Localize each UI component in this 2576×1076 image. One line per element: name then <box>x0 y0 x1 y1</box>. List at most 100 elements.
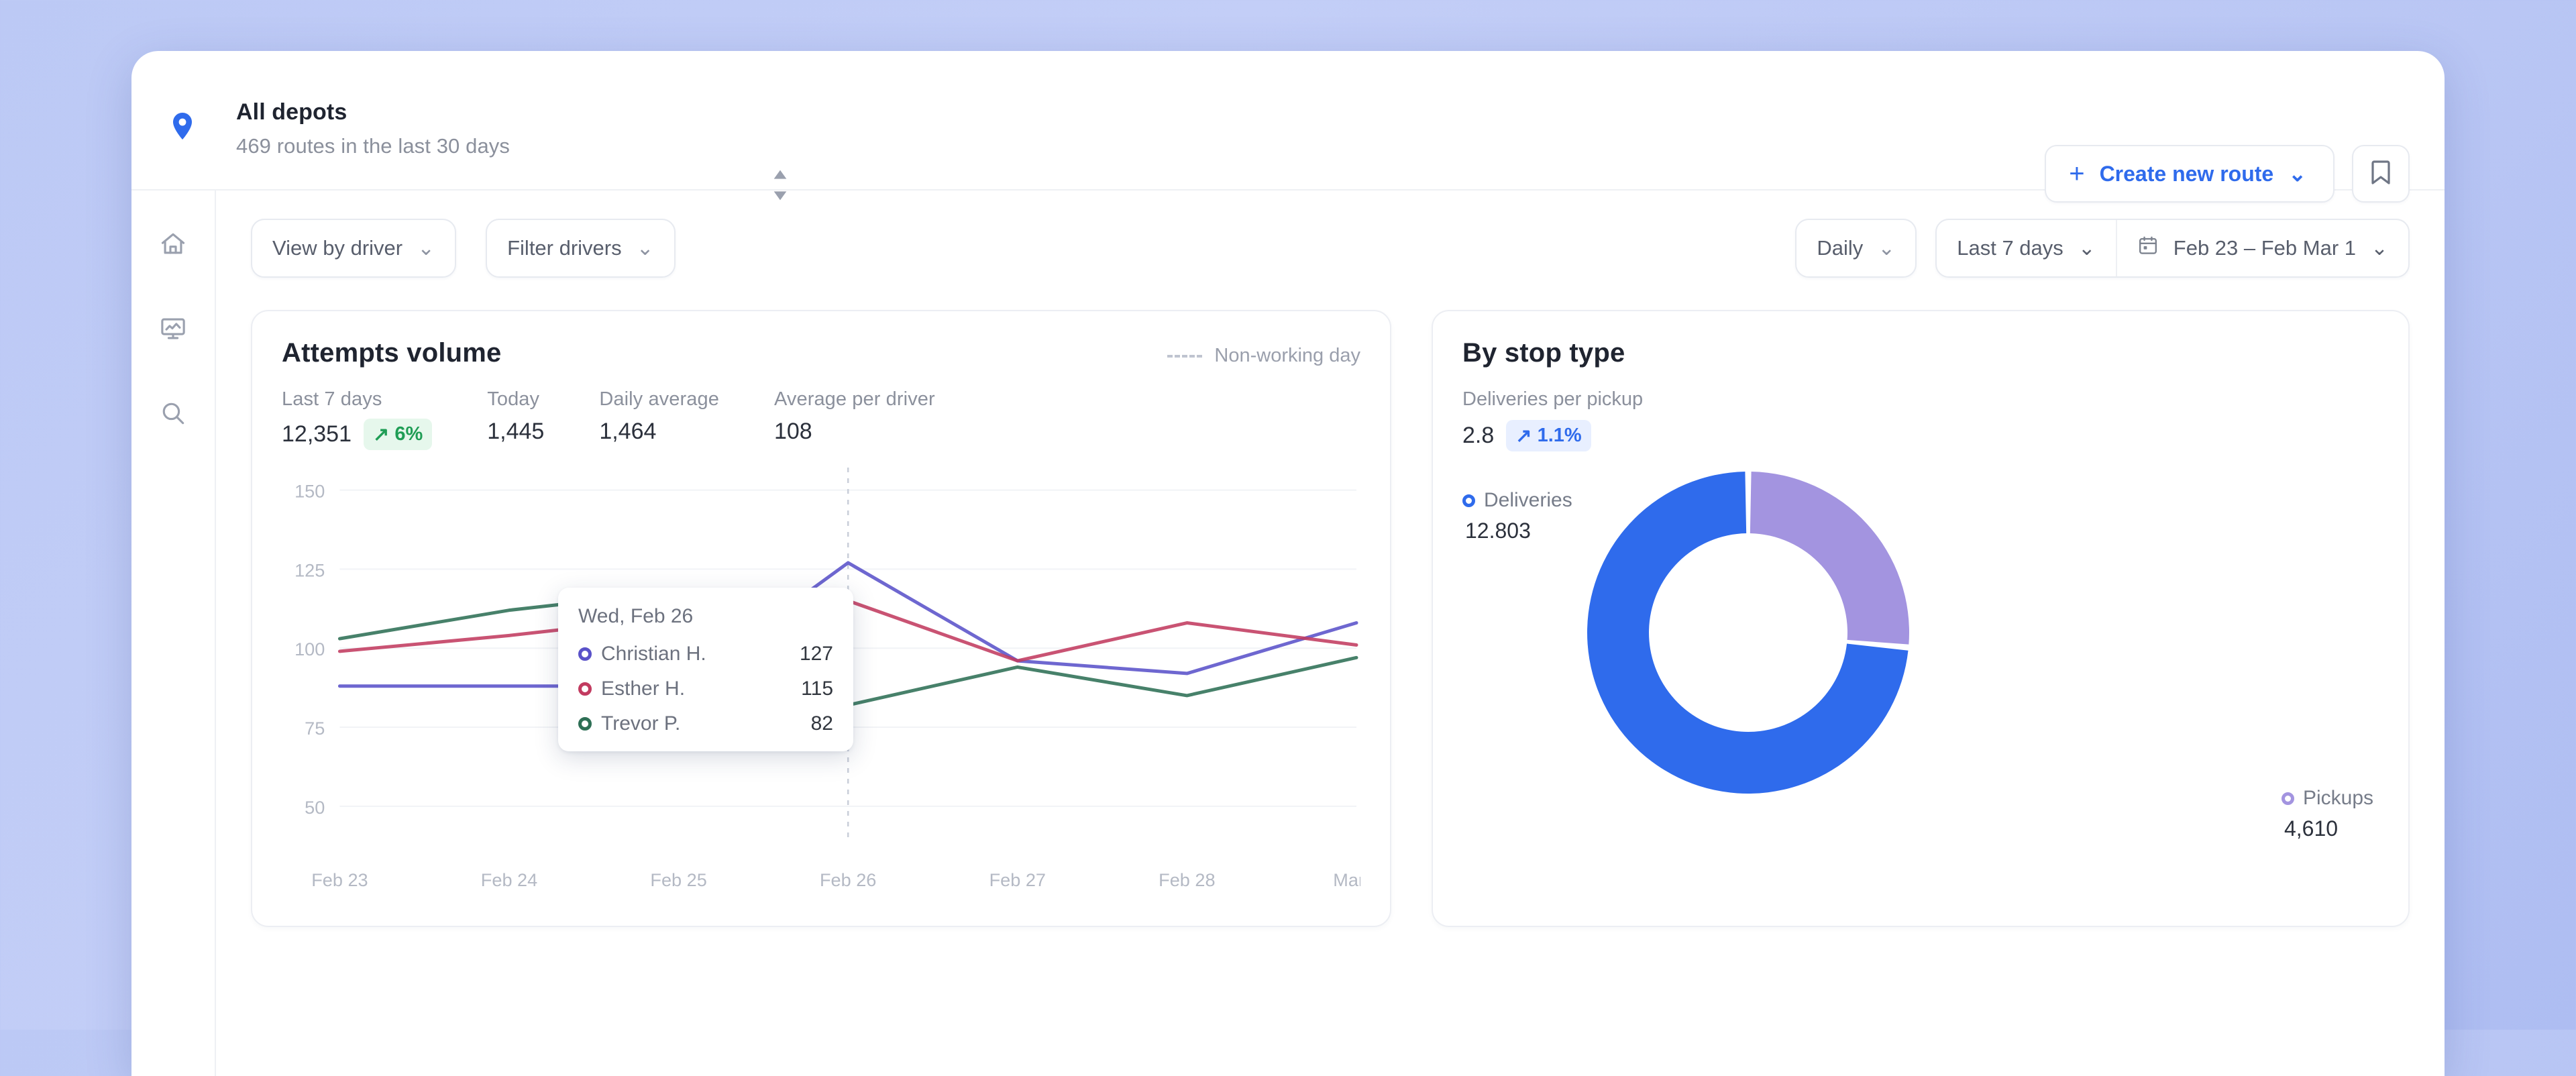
svg-text:Feb 24: Feb 24 <box>481 870 537 890</box>
topbar-actions: + Create new route ⌄ <box>2045 145 2410 203</box>
create-new-route-button[interactable]: + Create new route ⌄ <box>2045 145 2334 203</box>
sidebar-item-search[interactable] <box>148 389 199 440</box>
dashed-line-icon <box>1167 354 1203 358</box>
stat-value: 1,445 <box>487 419 545 444</box>
donut-series-value: 12.803 <box>1465 519 1531 543</box>
donut-label-pickups: Pickups 4,610 <box>2281 787 2373 841</box>
chart-tooltip: Wed, Feb 26 Christian H. 127 Esther H. 1… <box>558 588 853 751</box>
cards-row: Attempts volume Non-working day Last 7 d… <box>251 310 2410 927</box>
tooltip-series-name: Trevor P. <box>601 712 681 735</box>
granularity-dropdown[interactable]: Daily ⌄ <box>1795 219 1917 278</box>
donut-series-name: Pickups <box>2302 787 2373 809</box>
series-marker-icon <box>1462 494 1475 507</box>
non-working-day-legend: Non-working day <box>1167 345 1360 367</box>
chevron-down-icon: ⌄ <box>2288 162 2306 186</box>
search-icon <box>158 398 188 431</box>
donut-label-head: Deliveries <box>1462 489 1572 512</box>
delta-value: 1.1% <box>1537 425 1582 446</box>
app-body: View by driver ⌄ Filter drivers ⌄ Daily … <box>131 191 2445 1076</box>
status-badge: ↗ 1.1% <box>1506 420 1591 451</box>
depot-selector[interactable]: All depots 469 routes in the last 30 day… <box>236 99 510 158</box>
filter-toolbar: View by driver ⌄ Filter drivers ⌄ Daily … <box>251 219 2410 278</box>
volume-stats: Last 7 days 12,351 ↗ 6% Today 1,445 Dail… <box>282 388 1360 450</box>
series-marker-icon <box>578 682 592 696</box>
svg-text:Mar 1: Mar 1 <box>1333 870 1360 890</box>
page-title: All depots <box>236 99 347 125</box>
chevron-down-icon: ⌄ <box>2371 236 2388 260</box>
depot-subtitle: 469 routes in the last 30 days <box>236 134 510 158</box>
filters-left: View by driver ⌄ Filter drivers ⌄ <box>251 219 676 278</box>
attempts-volume-card: Attempts volume Non-working day Last 7 d… <box>251 310 1391 927</box>
filter-drivers-dropdown[interactable]: Filter drivers ⌄ <box>486 219 676 278</box>
arrow-up-right-icon: ↗ <box>1515 425 1532 447</box>
map-pin-icon <box>166 110 199 142</box>
delta-value: 6% <box>394 423 423 445</box>
bookmark-button[interactable] <box>2352 145 2410 203</box>
calendar-icon <box>2137 235 2159 262</box>
chevron-down-icon: ⌄ <box>1878 236 1896 260</box>
tooltip-series-value: 115 <box>801 678 833 700</box>
svg-text:100: 100 <box>294 639 325 659</box>
stat-label: Today <box>487 388 540 410</box>
tooltip-row: Esther H. 115 <box>578 678 833 700</box>
view-by-driver-dropdown[interactable]: View by driver ⌄ <box>251 219 457 278</box>
date-range-label: Feb 23 – Feb Mar 1 <box>2173 236 2357 260</box>
stat-value: 1,464 <box>599 419 657 444</box>
tooltip-row: Christian H. 127 <box>578 643 833 665</box>
tooltip-series-name: Esther H. <box>601 678 686 700</box>
stat-value-row: 1,445 <box>487 419 544 445</box>
series-marker-icon <box>578 647 592 661</box>
chevron-down-icon: ⌄ <box>417 236 435 260</box>
stat-value: 12,351 <box>282 421 352 447</box>
chevron-up-down-icon[interactable] <box>769 166 792 204</box>
sidebar-item-dashboard[interactable] <box>148 305 199 356</box>
svg-text:Feb 23: Feb 23 <box>311 870 368 890</box>
series-marker-icon <box>2281 792 2294 805</box>
stat-last-7-days: Last 7 days 12,351 ↗ 6% <box>282 388 433 450</box>
series-marker-icon <box>578 717 592 731</box>
tooltip-series-name: Christian H. <box>601 643 706 665</box>
stat-label: Average per driver <box>773 388 935 410</box>
sidebar <box>131 191 216 1076</box>
donut-chart[interactable]: Deliveries 12.803 Pickups 4,610 <box>1462 458 2379 887</box>
card-title: By stop type <box>1462 338 1625 368</box>
non-working-day-label: Non-working day <box>1214 345 1360 366</box>
bookmark-icon <box>2369 159 2393 189</box>
donut-chart-svg[interactable] <box>1580 465 1916 800</box>
svg-text:125: 125 <box>294 560 325 580</box>
ratio-value: 2.8 <box>1462 423 1495 448</box>
stat-label: Daily average <box>599 388 719 410</box>
dashboard-icon <box>158 314 188 347</box>
stat-value-row: 108 <box>774 419 935 445</box>
donut-slice-pickups[interactable] <box>1750 472 1909 645</box>
sidebar-item-home[interactable] <box>148 220 199 271</box>
plus-icon: + <box>2069 159 2085 189</box>
donut-label-head: Pickups <box>2281 787 2373 810</box>
period-label: Last 7 days <box>1957 236 2063 260</box>
granularity-label: Daily <box>1817 236 1864 260</box>
date-range-group: Last 7 days ⌄ Feb 23 – Feb Mar 1 ⌄ <box>1935 219 2410 278</box>
tooltip-series-value: 127 <box>799 643 833 665</box>
svg-text:150: 150 <box>294 482 325 502</box>
app-window: All depots 469 routes in the last 30 day… <box>131 51 2445 1076</box>
stat-today: Today 1,445 <box>487 388 544 450</box>
main-content: View by driver ⌄ Filter drivers ⌄ Daily … <box>216 191 2445 1076</box>
tooltip-series-value: 82 <box>810 712 833 735</box>
deliveries-per-pickup-value-row: 2.8 ↗ 1.1% <box>1462 420 2379 451</box>
line-chart[interactable]: 150 125 100 75 50 Feb 23 Feb 24 Feb 25 Feb 26 Feb… <box>282 462 1360 905</box>
svg-text:Feb 27: Feb 27 <box>989 870 1046 890</box>
svg-text:Feb 28: Feb 28 <box>1159 870 1215 890</box>
arrow-up-right-icon: ↗ <box>373 424 390 445</box>
by-stop-type-card: By stop type Deliveries per pickup 2.8 ↗… <box>1432 310 2410 927</box>
deliveries-per-pickup-label: Deliveries per pickup <box>1462 388 1644 410</box>
status-badge: ↗ 6% <box>364 419 433 450</box>
period-dropdown[interactable]: Last 7 days ⌄ <box>1937 220 2116 276</box>
svg-text:75: 75 <box>305 718 325 739</box>
home-icon <box>158 229 188 262</box>
donut-label-deliveries: Deliveries 12.803 <box>1462 489 1572 543</box>
date-range-dropdown[interactable]: Feb 23 – Feb Mar 1 ⌄ <box>2117 220 2408 276</box>
stat-value-row: 12,351 ↗ 6% <box>282 419 433 450</box>
donut-series-value: 4,610 <box>2284 816 2339 841</box>
stat-average-per-driver: Average per driver 108 <box>774 388 935 450</box>
tooltip-row: Trevor P. 82 <box>578 712 833 735</box>
